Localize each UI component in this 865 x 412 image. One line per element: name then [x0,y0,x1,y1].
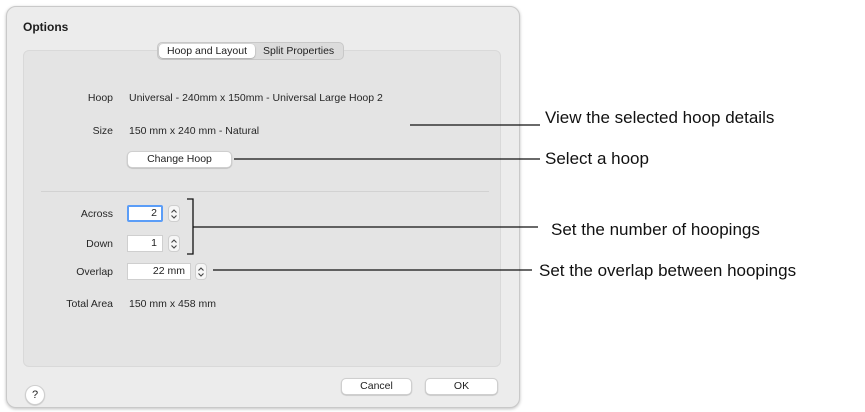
callout-hoopings: Set the number of hoopings [551,220,760,239]
callout-hoop-details: View the selected hoop details [545,108,775,127]
callout-select-hoop: Select a hoop [545,149,649,168]
callout-lines [187,124,540,271]
callout-overlap: Set the overlap between hoopings [539,261,797,280]
hoopings-bracket [187,198,194,255]
